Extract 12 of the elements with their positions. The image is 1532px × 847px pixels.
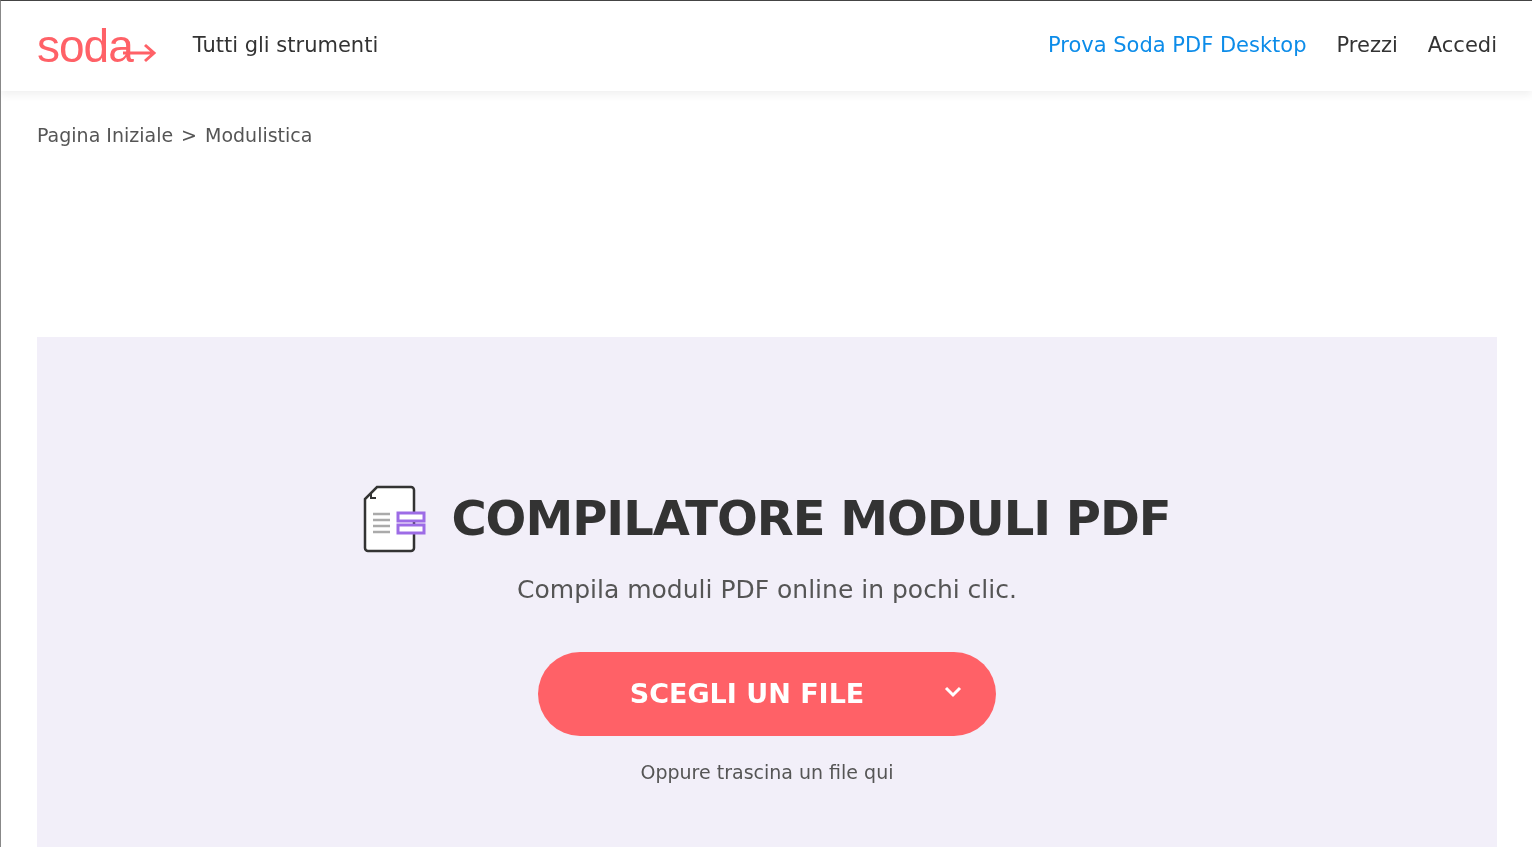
nav-link[interactable]: Accedi [1427,30,1497,62]
breadcrumb-separator: > [181,123,198,148]
subtitle: Compila moduli PDF online in pochi clic. [516,573,1018,606]
page-title: COMPILATORE MODULI PDF [451,489,1171,548]
breadcrumb-link[interactable]: Modulistica [205,121,313,150]
tools-menu-link[interactable]: Tutti gli strumenti [192,30,379,62]
form-document-icon [363,484,428,553]
nav-link[interactable]: Prova Soda PDF Desktop [1048,30,1307,62]
breadcrumb-link[interactable]: Pagina Iniziale [37,121,174,150]
chevron-down-icon [944,686,962,698]
nav-link[interactable]: Prezzi [1336,30,1398,62]
drop-hint: Oppure trascina un file qui [639,760,895,785]
